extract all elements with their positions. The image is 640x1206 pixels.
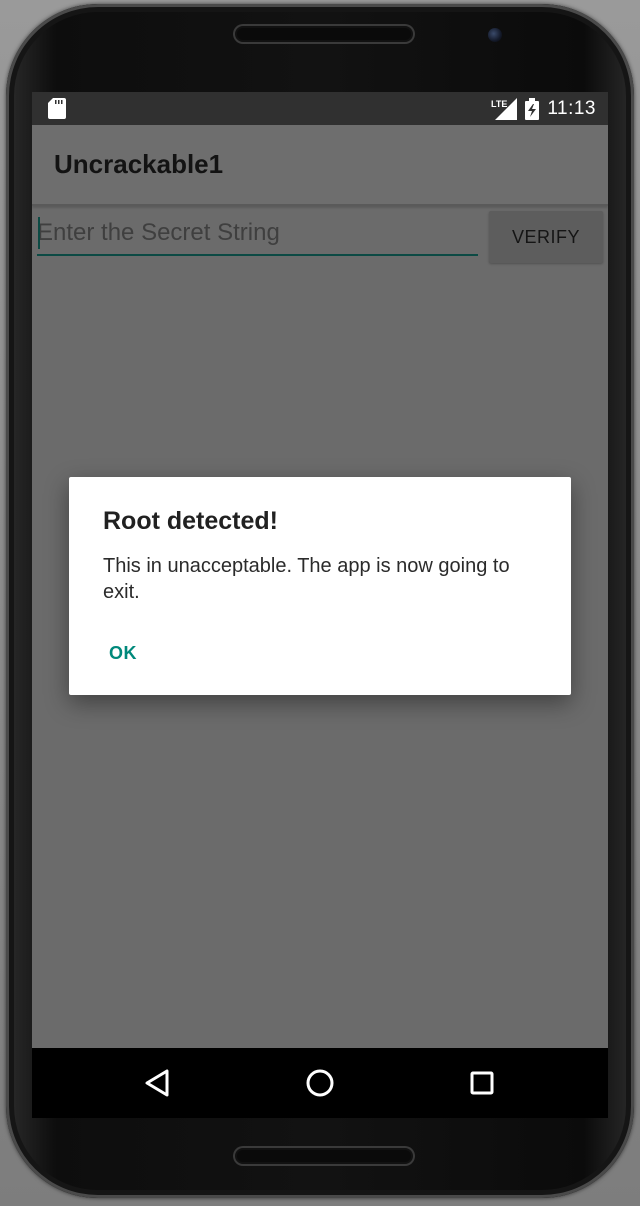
status-icons: LTE 11:13 [491, 92, 596, 125]
back-triangle-icon[interactable] [141, 1066, 175, 1100]
front-camera [488, 28, 502, 42]
top-speaker [233, 24, 415, 44]
app-toolbar: Uncrackable1 [32, 125, 608, 206]
sd-card-icon [48, 98, 66, 119]
bottom-speaker [233, 1146, 415, 1166]
navigation-bar [32, 1048, 608, 1118]
secret-string-input[interactable] [37, 212, 478, 256]
app-title: Uncrackable1 [54, 149, 224, 179]
home-icon-graphic [306, 1069, 334, 1097]
root-detected-dialog: Root detected! This in unacceptable. The… [69, 477, 571, 695]
back-icon-graphic [145, 1069, 169, 1097]
status-clock: 11:13 [547, 97, 596, 119]
status-bar: LTE 11:13 [32, 92, 608, 125]
emulator-stage: LTE 11:13 Uncrackable1 VERIFY Root detec… [0, 0, 640, 1206]
verify-button[interactable]: VERIFY [489, 211, 603, 263]
text-cursor [38, 217, 40, 249]
lte-label: LTE [491, 99, 507, 109]
recents-icon-graphic [470, 1071, 494, 1095]
dialog-ok-button[interactable]: OK [101, 639, 145, 668]
dialog-title: Root detected! [103, 507, 278, 535]
recents-square-icon[interactable] [465, 1066, 499, 1100]
dialog-message: This in unacceptable. The app is now goi… [103, 555, 510, 603]
phone-screen: LTE 11:13 Uncrackable1 VERIFY Root detec… [32, 92, 608, 1118]
battery-charging-icon [525, 97, 540, 120]
lte-signal-icon: LTE [491, 97, 518, 120]
home-circle-icon[interactable] [303, 1066, 337, 1100]
